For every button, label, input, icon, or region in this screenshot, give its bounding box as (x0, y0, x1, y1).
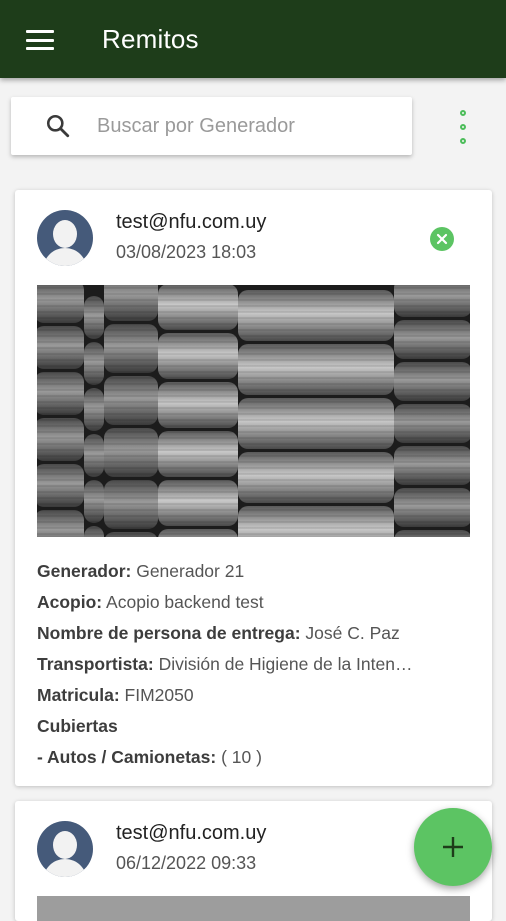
avatar (37, 210, 93, 266)
detail-acopio: Acopio: Acopio backend test (37, 587, 467, 618)
remito-date: 06/12/2022 09:33 (116, 853, 257, 873)
app-bar: Remitos (0, 0, 506, 78)
detail-transportista: Transportista: División de Higiene de la… (37, 649, 467, 680)
more-vert-icon[interactable] (454, 110, 472, 144)
detail-value: División de Higiene de la Inten… (158, 654, 413, 674)
remito-email: test@nfu.com.uy (116, 211, 267, 233)
detail-autos: - Autos / Camionetas: ( 10 ) (37, 742, 467, 773)
detail-value: Acopio backend test (106, 592, 264, 612)
avatar (37, 821, 93, 877)
hamburger-menu-icon[interactable] (26, 30, 54, 50)
detail-value: José C. Paz (305, 623, 400, 643)
plus-icon (443, 837, 463, 857)
remito-email: test@nfu.com.uy (116, 822, 267, 844)
detail-label: Matricula: (37, 685, 120, 705)
search-icon[interactable] (45, 113, 71, 139)
tire-stacks-photo (37, 285, 470, 537)
detail-label: Generador: (37, 561, 132, 581)
close-circle-icon[interactable] (430, 227, 454, 251)
detail-label: Cubiertas (37, 716, 118, 736)
page-title: Remitos (102, 24, 199, 54)
remito-details: Generador: Generador 21 Acopio: Acopio b… (37, 556, 467, 773)
remito-date: 03/08/2023 18:03 (116, 242, 257, 262)
detail-cubiertas: Cubiertas (37, 711, 467, 742)
detail-label: Transportista: (37, 654, 154, 674)
detail-value: Generador 21 (136, 561, 245, 581)
detail-entrega: Nombre de persona de entrega: José C. Pa… (37, 618, 467, 649)
remito-card[interactable]: test@nfu.com.uy 03/08/2023 18:03 Generad… (15, 190, 492, 786)
detail-value: ( 10 ) (221, 747, 262, 767)
detail-value: FIM2050 (124, 685, 194, 705)
detail-matricula: Matricula: FIM2050 (37, 680, 467, 711)
detail-label: - Autos / Camionetas: (37, 747, 217, 767)
search-input[interactable] (97, 105, 397, 147)
detail-label: Nombre de persona de entrega: (37, 623, 301, 643)
search-bar (11, 97, 412, 155)
detail-label: Acopio: (37, 592, 103, 612)
detail-generador: Generador: Generador 21 (37, 556, 467, 587)
add-remito-button[interactable] (414, 808, 492, 886)
